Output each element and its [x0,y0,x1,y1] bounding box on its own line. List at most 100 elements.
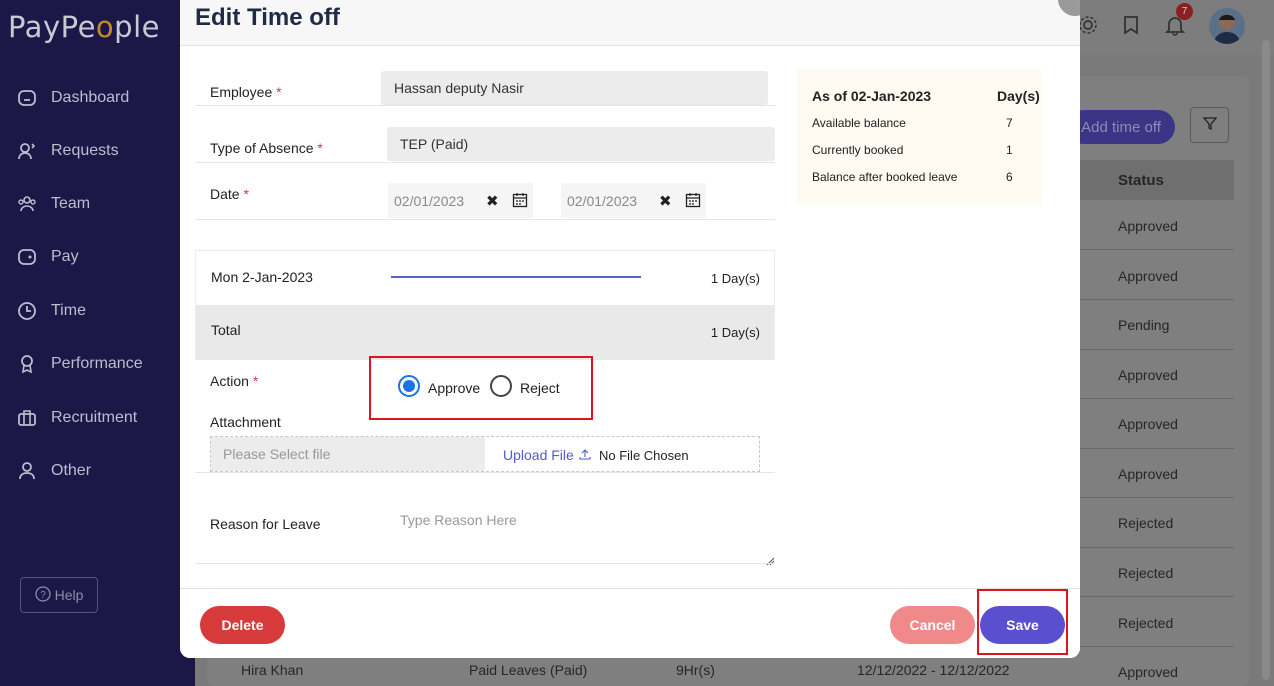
sidebar-item-team[interactable]: Team [16,189,90,219]
requests-icon [16,140,38,162]
reason-label: Reason for Leave [210,516,321,532]
notification-badge: 7 [1176,3,1193,20]
status-cell: Approved [1118,367,1178,383]
reject-label[interactable]: Reject [520,380,560,396]
date-label: Date * [210,186,249,202]
days-breakdown-table: Mon 2-Jan-2023 1 Day(s) Total 1 Day(s) [195,250,775,360]
sidebar-item-label: Other [51,462,92,479]
total-amount: 1 Day(s) [710,325,760,340]
upload-file-link[interactable]: Upload File [503,447,574,463]
balance-row-label: Balance after booked leave [812,170,958,184]
attachment-label: Attachment [210,414,281,430]
required-mark: * [243,186,249,202]
reject-radio[interactable] [490,375,512,397]
required-mark: * [276,84,282,100]
balance-row-value: 1 [1006,143,1013,157]
row-divider [195,219,775,220]
help-button[interactable]: ? Help [20,577,98,613]
cancel-button[interactable]: Cancel [890,606,975,644]
row-leave-type: Paid Leaves (Paid) [469,662,588,678]
balance-row-label: Currently booked [812,143,904,157]
date-to-input[interactable]: 02/01/2023 ✖ [561,183,706,218]
svg-text:?: ? [40,590,46,601]
clock-icon [16,300,38,322]
row-divider [1080,596,1234,597]
help-icon: ? [34,585,51,605]
status-cell: Approved [1118,268,1178,284]
help-label: Help [54,587,84,603]
calendar-icon[interactable] [512,192,528,211]
balance-row-value: 6 [1006,170,1013,184]
sidebar-item-label: Performance [51,355,143,372]
home-icon [16,87,38,109]
status-cell: Rejected [1118,515,1174,531]
sidebar-item-time[interactable]: Time [16,296,86,326]
required-mark: * [252,373,259,389]
absence-label: Type of Absence * [210,140,323,156]
row-divider [1080,299,1234,300]
row-divider [195,162,775,163]
employee-label-text: Employee [210,84,273,100]
balance-row-label: Available balance [812,116,906,130]
absence-label-text: Type of Absence [210,140,314,156]
day-duration-bar[interactable] [391,276,641,278]
status-cell: Rejected [1118,615,1174,631]
delete-button[interactable]: Delete [200,606,285,644]
day-row: Mon 2-Jan-2023 1 Day(s) [196,251,774,305]
sidebar-item-label: Time [51,302,86,319]
row-divider [1080,646,1234,647]
day-amount: 1 Day(s) [710,271,760,286]
clear-date-from-icon[interactable]: ✖ [486,192,499,210]
wallet-icon [16,246,38,268]
approve-label[interactable]: Approve [428,380,480,396]
filter-icon [1202,116,1217,135]
avatar[interactable] [1209,8,1245,44]
page-scrollbar[interactable] [1262,40,1270,680]
absence-type-select[interactable]: TEP (Paid) [387,127,775,161]
status-cell: Rejected [1118,565,1174,581]
dialog-footer: Delete Cancel Save [180,588,1080,658]
sidebar-item-requests[interactable]: Requests [16,136,119,166]
logo[interactable]: PayPeople [8,10,160,44]
user-icon [16,460,38,482]
employee-field[interactable]: Hassan deputy Nasir [381,71,768,105]
row-divider [1080,398,1234,399]
required-mark: * [317,140,323,156]
dialog-title: Edit Time off [195,4,340,31]
save-highlight-box [977,589,1068,655]
settings-icon[interactable] [1077,14,1099,36]
status-cell: Pending [1118,317,1170,333]
row-divider [1080,497,1234,498]
sidebar-item-label: Recruitment [51,409,138,426]
award-icon [16,353,38,375]
logo-text-b: o [95,10,115,44]
date-from-input[interactable]: 02/01/2023 ✖ [388,183,533,218]
row-divider [1080,349,1234,350]
day-date: Mon 2-Jan-2023 [211,269,313,285]
balance-heading: As of 02-Jan-2023 [812,88,932,104]
approve-radio[interactable] [398,375,420,397]
action-label-text: Action [210,373,249,389]
file-upload-field[interactable]: Please Select file Upload File No File C… [210,436,760,472]
add-time-off-button[interactable]: Add time off [1067,110,1175,144]
sidebar-item-dashboard[interactable]: Dashboard [16,83,129,113]
leave-balance-panel: As of 02-Jan-2023 Day(s) Available balan… [797,68,1042,205]
employee-label: Employee * [210,84,282,100]
briefcase-icon [16,407,38,429]
logo-text-c: ple [114,10,160,44]
sidebar-item-pay[interactable]: Pay [16,242,79,272]
status-cell: Approved [1118,218,1178,234]
sidebar-item-label: Requests [51,142,119,159]
bookmark-icon[interactable] [1120,14,1142,36]
resize-grip-icon[interactable] [766,553,775,571]
calendar-icon[interactable] [685,192,701,211]
sidebar-item-recruitment[interactable]: Recruitment [16,403,137,433]
reason-textarea[interactable] [387,504,775,562]
sidebar-item-label: Pay [51,248,79,265]
clear-date-to-icon[interactable]: ✖ [659,192,672,210]
filter-button[interactable] [1190,107,1229,143]
sidebar-item-other[interactable]: Other [16,456,91,486]
sidebar-item-performance[interactable]: Performance [16,349,143,379]
edit-time-off-dialog: Edit Time off Employee * Hassan deputy N… [180,0,1080,658]
date-label-text: Date [210,186,240,202]
